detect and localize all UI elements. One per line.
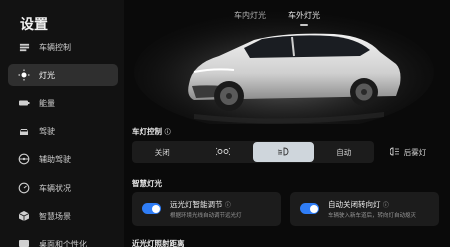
rear-fog-button[interactable]: 后雾灯 (374, 141, 442, 163)
sidebar-item-vehicle-control[interactable]: 车辆控制 (8, 36, 118, 58)
light-mode-auto[interactable]: 自动 (314, 141, 375, 163)
low-beam-icon (277, 147, 289, 158)
info-icon[interactable]: ⓘ (383, 202, 389, 209)
sidebar-item-smart-scene[interactable]: 智慧场景 (8, 205, 118, 227)
page-title: 设置 (20, 17, 48, 33)
light-control-title: 车灯控制 ⓘ (132, 127, 171, 136)
battery-icon (18, 97, 30, 109)
light-mode-selector: 关闭 自动 (132, 141, 374, 163)
sidebar-item-label: 车辆状况 (39, 183, 71, 193)
sidebar-item-vehicle-status[interactable]: 车辆状况 (8, 177, 118, 199)
sidebar-item-label: 能量 (39, 98, 55, 108)
main-panel: 车内灯光 车外灯光 (124, 0, 450, 247)
sidebar: 设置 车辆控制 灯光 能量 驾驶 辅助驾驶 车辆状况 智慧场景 桌面和个性化 (0, 0, 124, 247)
sidebar-item-label: 桌面和个性化 (39, 239, 87, 247)
card-description: 根据环境光线自动调节远光灯 (170, 213, 242, 219)
drive-car-icon (18, 125, 30, 137)
high-beam-smart-card: 远光灯智能调节 ⓘ 根据环境光线自动调节远光灯 (132, 192, 281, 226)
car-image (134, 12, 434, 132)
desktop-icon (18, 238, 30, 247)
car-control-icon (18, 41, 30, 53)
sidebar-item-driving[interactable]: 驾驶 (8, 120, 118, 142)
rear-fog-icon (389, 147, 400, 158)
sidebar-item-label: 智慧场景 (39, 211, 71, 221)
position-light-icon (215, 147, 231, 158)
cube-icon (18, 210, 30, 222)
auto-turn-signal-toggle[interactable] (300, 203, 319, 214)
sidebar-item-desktop[interactable]: 桌面和个性化 (8, 233, 118, 247)
high-beam-smart-toggle[interactable] (142, 203, 161, 214)
sidebar-item-lights[interactable]: 灯光 (8, 64, 118, 86)
sidebar-item-label: 驾驶 (39, 126, 55, 136)
sidebar-item-label: 车辆控制 (39, 42, 71, 52)
sidebar-item-label: 灯光 (39, 70, 55, 80)
card-description: 车辆驶入新车道后，转向灯自动熄灭 (328, 213, 417, 219)
settings-screen: 设置 车辆控制 灯光 能量 驾驶 辅助驾驶 车辆状况 智慧场景 桌面和个性化 车… (0, 0, 450, 247)
light-icon (18, 69, 30, 81)
light-mode-position[interactable] (193, 141, 254, 163)
gauge-icon (18, 182, 30, 194)
info-icon[interactable]: ⓘ (225, 202, 231, 209)
card-title: 自动关闭转向灯 ⓘ (328, 200, 389, 209)
low-beam-distance-title: 近光灯照射距离 (132, 239, 185, 247)
sidebar-item-energy[interactable]: 能量 (8, 92, 118, 114)
auto-turn-signal-card: 自动关闭转向灯 ⓘ 车辆驶入新车道后，转向灯自动熄灭 (290, 192, 439, 226)
smart-light-title: 智慧灯光 (132, 179, 162, 188)
light-mode-low-beam[interactable] (253, 142, 314, 162)
sidebar-item-assisted-driving[interactable]: 辅助驾驶 (8, 148, 118, 170)
card-title: 远光灯智能调节 ⓘ (170, 200, 231, 209)
info-icon[interactable]: ⓘ (165, 129, 171, 136)
sidebar-item-label: 辅助驾驶 (39, 154, 71, 164)
steering-wheel-icon (18, 153, 30, 165)
light-mode-off[interactable]: 关闭 (132, 141, 193, 163)
